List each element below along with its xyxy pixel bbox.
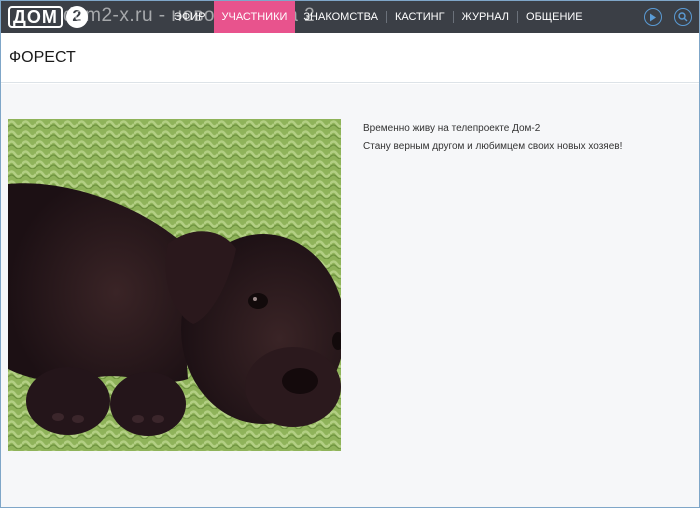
nav-item-obshchenie[interactable]: Общение <box>518 1 591 33</box>
nav-item-znakomstva[interactable]: Знакомства <box>295 1 386 33</box>
main-nav: Эфир Участники Знакомства Кастинг Журнал… <box>166 1 591 33</box>
bio-line: Стану верным другом и любимцем своих нов… <box>363 140 623 152</box>
bio-line: Временно живу на телепроекте Дом-2 <box>363 123 541 134</box>
puppy-photo <box>8 119 341 451</box>
logo-text: ДОМ <box>8 6 63 28</box>
title-area: ФОРЕСТ <box>1 33 699 83</box>
top-navigation-bar: ДОМ 2 dom2-x.ru - новости дома 2 Эфир Уч… <box>1 1 699 33</box>
nav-item-uchastniki[interactable]: Участники <box>213 1 296 33</box>
nav-item-efir[interactable]: Эфир <box>166 1 214 33</box>
page-title: ФОРЕСТ <box>9 49 76 66</box>
play-icon[interactable] <box>644 8 662 26</box>
nav-item-kasting[interactable]: Кастинг <box>387 1 453 33</box>
nav-item-zhurnal[interactable]: Журнал <box>454 1 517 33</box>
search-icon[interactable] <box>674 8 692 26</box>
profile-bio: Временно живу на телепроекте Дом-2 Стану… <box>363 120 622 155</box>
